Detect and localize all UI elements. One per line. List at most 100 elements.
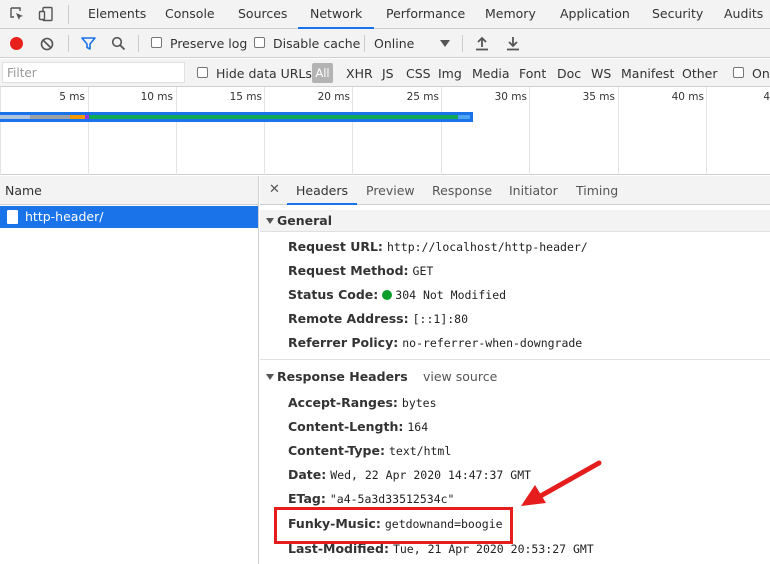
request-row[interactable]: http-header/: [0, 206, 258, 228]
tick-label: 20 ms: [317, 91, 350, 103]
hide-data-urls-label: Hide data URLs: [216, 66, 312, 81]
disable-cache-checkbox[interactable]: [254, 37, 265, 48]
tick-label: 40 ms: [671, 91, 704, 103]
header-key: Referrer Policy:: [288, 335, 399, 350]
grid-line: [441, 87, 442, 175]
filter-type-css[interactable]: CSS: [406, 66, 431, 81]
header-row: Status Code: 304 Not Modified: [288, 286, 506, 304]
filter-input[interactable]: [2, 62, 185, 83]
header-key: Accept-Ranges:: [288, 395, 398, 410]
header-row: Referrer Policy: no-referrer-when-downgra…: [288, 334, 582, 352]
request-name: http-header/: [25, 209, 104, 224]
header-key: ETag:: [288, 491, 326, 506]
general-section-header[interactable]: General: [260, 210, 770, 232]
header-value: 164: [407, 420, 429, 434]
triangle-down-icon: [266, 374, 274, 380]
tab-audits[interactable]: Audits: [724, 0, 763, 28]
header-key: Content-Length:: [288, 419, 404, 434]
header-row: Content-Type: text/html: [288, 442, 451, 460]
header-value: no-referrer-when-downgrade: [402, 336, 583, 350]
record-icon[interactable]: [9, 36, 24, 51]
toolbar-divider: [462, 35, 463, 52]
filter-type-ws[interactable]: WS: [591, 66, 611, 81]
document-icon: [7, 210, 18, 224]
header-value: bytes: [401, 396, 437, 410]
header-value: 304 Not Modified: [395, 288, 507, 302]
search-icon[interactable]: [111, 36, 126, 51]
filter-type-other[interactable]: Other: [682, 66, 718, 81]
tab-performance[interactable]: Performance: [386, 0, 465, 28]
tab-response[interactable]: Response: [432, 176, 492, 205]
clear-icon[interactable]: [40, 37, 54, 51]
chevron-down-icon[interactable]: [440, 40, 450, 47]
tab-memory[interactable]: Memory: [485, 0, 536, 28]
header-value: GET: [412, 264, 434, 278]
only-checkbox[interactable]: [733, 67, 744, 78]
grid-line: [88, 87, 89, 175]
filter-type-js[interactable]: JS: [382, 66, 394, 81]
header-row: Request Method: GET: [288, 262, 433, 280]
filter-type-media[interactable]: Media: [472, 66, 510, 81]
filter-type-all[interactable]: All: [312, 63, 333, 83]
filter-icon[interactable]: [81, 36, 96, 51]
details-tab-bar: ✕ Headers Preview Response Initiator Tim…: [260, 176, 770, 205]
filter-type-manifest[interactable]: Manifest: [621, 66, 674, 81]
header-value: "a4-5a3d33512534c": [329, 492, 455, 506]
header-key: Status Code:: [288, 287, 379, 302]
close-icon[interactable]: ✕: [269, 176, 280, 204]
status-ok-icon: [382, 290, 393, 300]
header-row: Content-Length: 164: [288, 418, 428, 436]
tab-sources[interactable]: Sources: [238, 0, 287, 28]
grid-line: [706, 87, 707, 175]
header-value: http://localhost/http-header/: [386, 240, 588, 254]
header-value: [::1]:80: [412, 312, 469, 326]
tick-label: 10 ms: [140, 91, 173, 103]
header-row: Request URL: http://localhost/http-header…: [288, 238, 588, 256]
tab-initiator[interactable]: Initiator: [509, 176, 558, 205]
name-column-header[interactable]: Name: [0, 176, 258, 205]
header-key: Content-Type:: [288, 443, 385, 458]
tick-label: 15 ms: [229, 91, 262, 103]
header-row: Date: Wed, 22 Apr 2020 14:47:37 GMT: [288, 466, 531, 484]
only-label: On: [752, 66, 770, 81]
filter-type-xhr[interactable]: XHR: [346, 66, 373, 81]
header-key: Request Method:: [288, 263, 409, 278]
filter-type-img[interactable]: Img: [438, 66, 462, 81]
header-value: text/html: [388, 444, 452, 458]
timeline-overview[interactable]: 5 ms 10 ms 15 ms 20 ms 25 ms 30 ms 35 ms…: [0, 87, 770, 175]
import-icon[interactable]: [475, 36, 489, 51]
throttling-select[interactable]: Online: [374, 36, 414, 51]
header-row: ETag: "a4-5a3d33512534c": [288, 490, 454, 508]
highlight-box: [274, 507, 513, 544]
tab-preview[interactable]: Preview: [366, 176, 415, 205]
filter-type-font[interactable]: Font: [519, 66, 546, 81]
disable-cache-label: Disable cache: [273, 36, 361, 51]
preserve-log-label: Preserve log: [170, 36, 248, 51]
tab-application[interactable]: Application: [560, 0, 630, 28]
tab-console[interactable]: Console: [165, 0, 215, 28]
filter-type-doc[interactable]: Doc: [557, 66, 581, 81]
header-value: Wed, 22 Apr 2020 14:47:37 GMT: [330, 468, 532, 482]
request-list: Name http-header/: [0, 176, 259, 564]
toolbar-divider: [138, 35, 139, 52]
header-value: Tue, 21 Apr 2020 20:53:27 GMT: [392, 542, 594, 556]
tab-security[interactable]: Security: [652, 0, 703, 28]
response-headers-section-header[interactable]: Response Headers view source: [260, 366, 770, 388]
tab-timing[interactable]: Timing: [576, 176, 618, 205]
tab-network[interactable]: Network: [298, 0, 375, 29]
grid-line: [529, 87, 530, 175]
general-section-title: General: [277, 213, 332, 228]
preserve-log-checkbox[interactable]: [151, 37, 162, 48]
filter-bar: Hide data URLs XHR JS CSS Img Media Font…: [0, 59, 770, 87]
device-toolbar-icon[interactable]: [38, 6, 54, 22]
grid-line: [264, 87, 265, 175]
hide-data-urls-checkbox[interactable]: [197, 67, 208, 78]
export-icon[interactable]: [506, 36, 520, 51]
view-source-link[interactable]: view source: [423, 366, 497, 388]
header-row: Accept-Ranges: bytes: [288, 394, 437, 412]
tab-elements[interactable]: Elements: [88, 0, 146, 28]
inspect-element-icon[interactable]: [9, 6, 25, 22]
tick-label: 4: [763, 91, 770, 103]
grid-line: [352, 87, 353, 175]
tab-headers[interactable]: Headers: [287, 176, 358, 205]
